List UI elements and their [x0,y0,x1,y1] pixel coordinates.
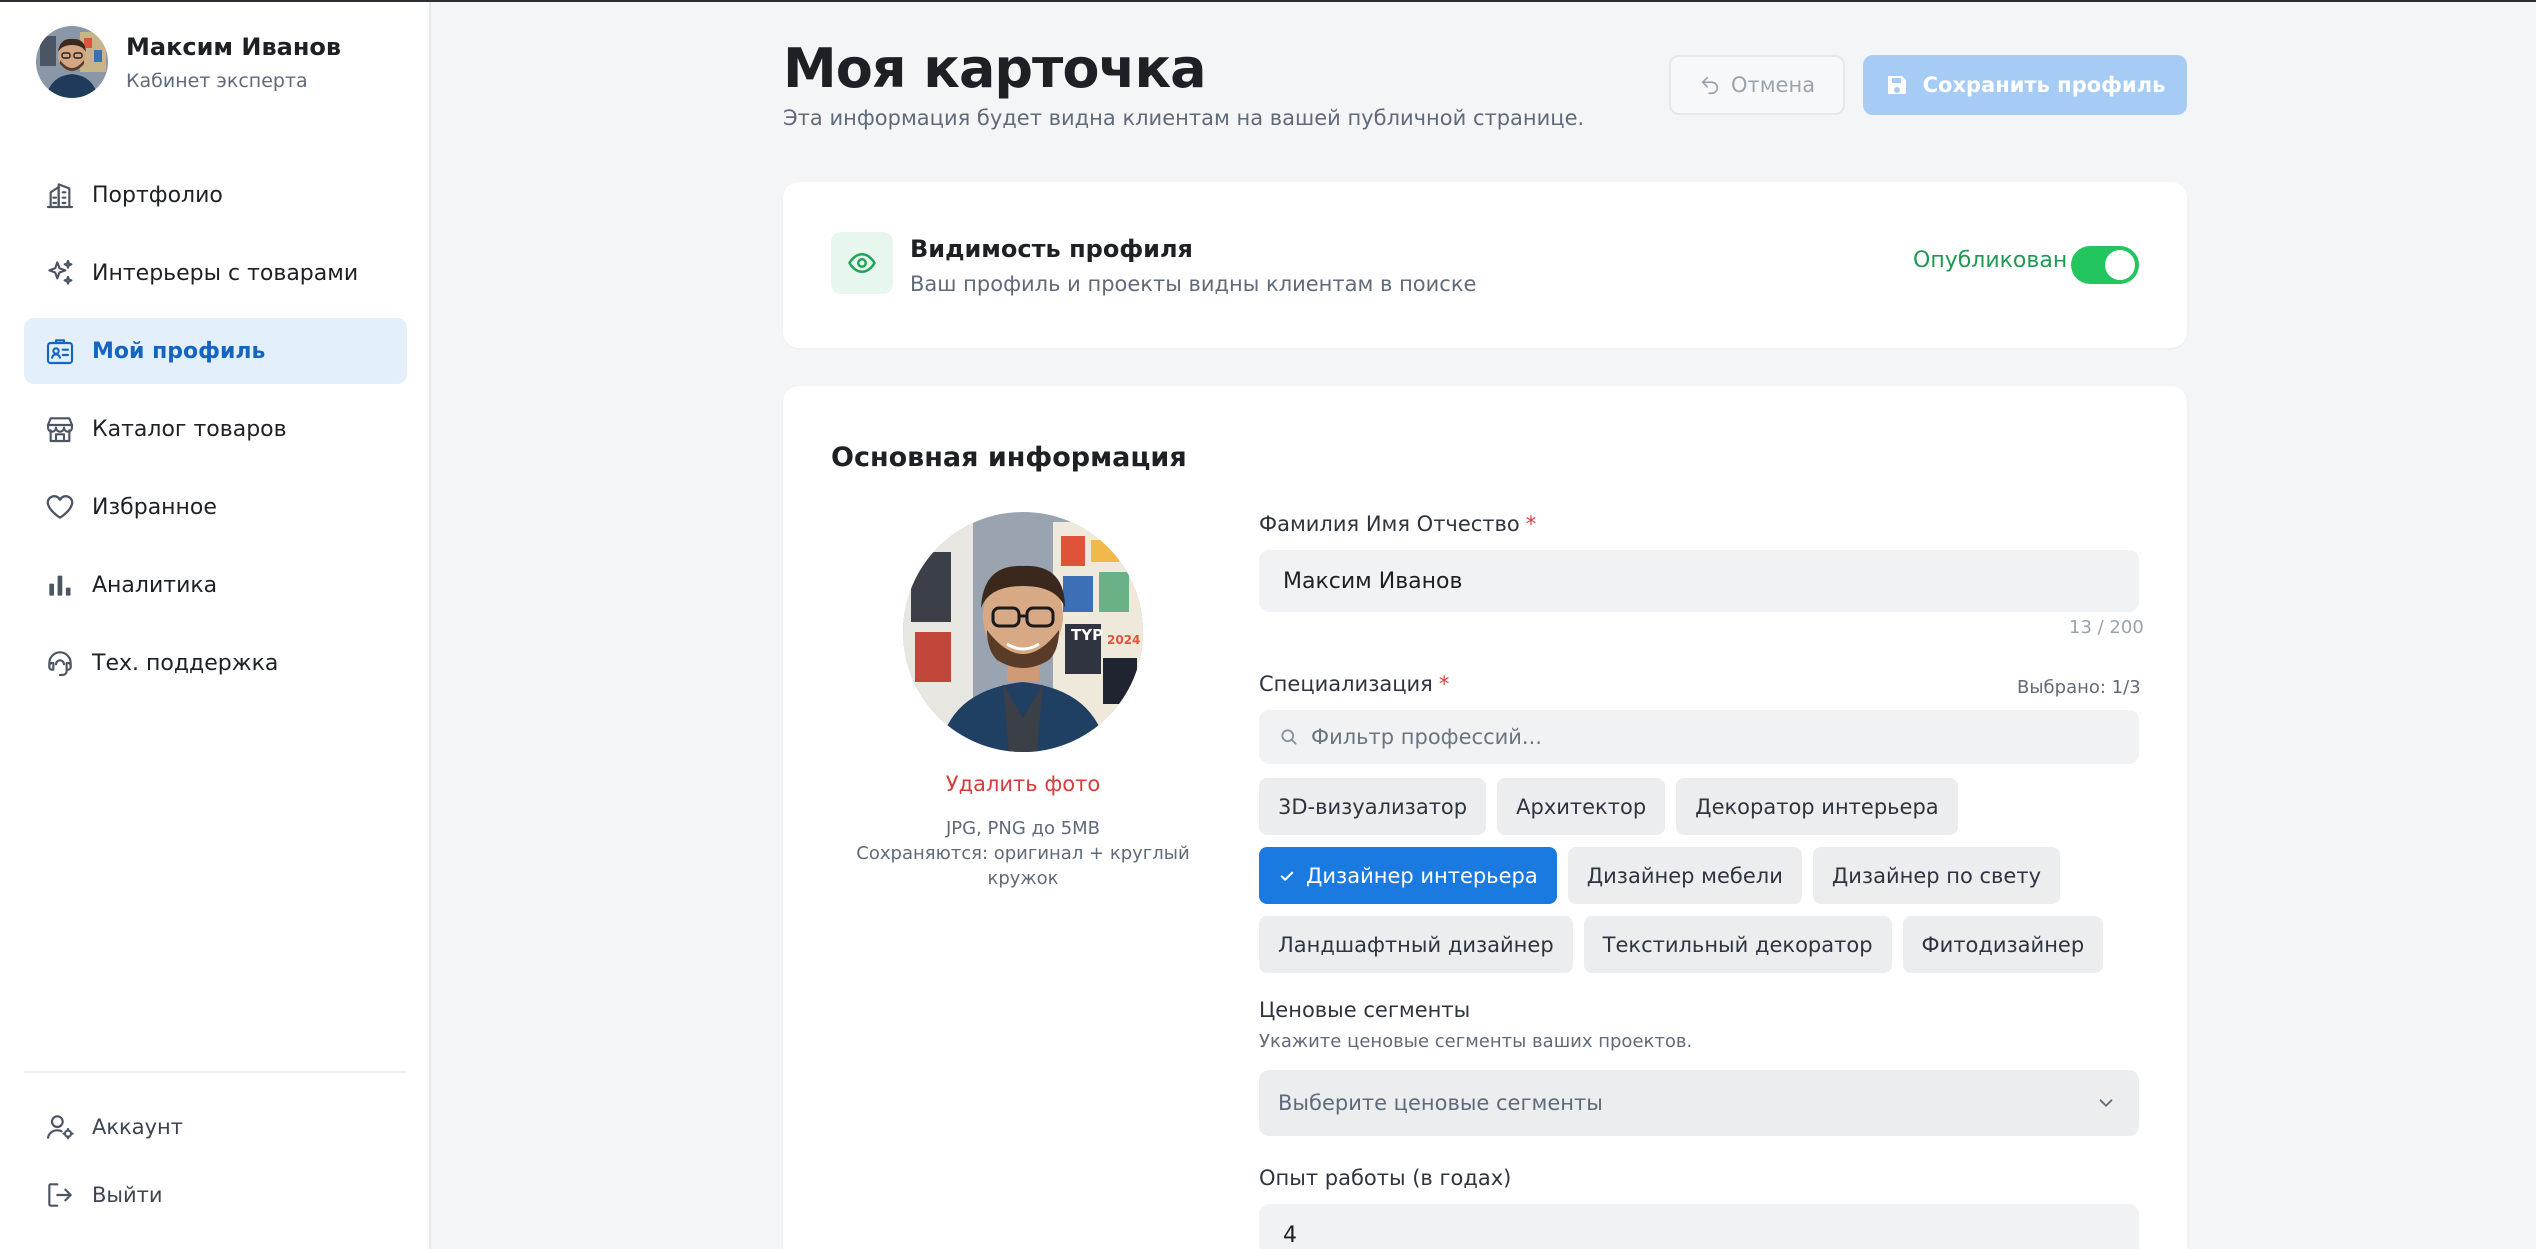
sidebar-item-interiors[interactable]: Интерьеры с товарами [24,240,407,306]
sidebar-item-portfolio[interactable]: Портфолио [24,162,407,228]
cancel-button[interactable]: Отмена [1669,55,1845,115]
user-header: Максим Иванов Кабинет эксперта [36,26,341,98]
bar-chart-icon [42,567,78,603]
sidebar-item-label: Портфолио [92,182,223,208]
sparkles-icon [42,255,78,291]
delete-photo-link[interactable]: Удалить фото [831,770,1215,798]
chip-furniture-designer[interactable]: Дизайнер мебели [1567,847,1802,904]
chip-label: Дизайнер интерьера [1306,863,1538,888]
sidebar-item-account[interactable]: Аккаунт [24,1098,407,1156]
chip-lighting-designer[interactable]: Дизайнер по свету [1812,847,2061,904]
visibility-toggle[interactable] [2071,246,2139,284]
sidebar-item-label: Аналитика [92,572,218,598]
sidebar-divider [24,1071,407,1073]
full-name-counter: 13 / 200 [2069,617,2144,638]
logout-icon [42,1177,78,1213]
price-segments-hint: Укажите ценовые сегменты ваших проектов. [1259,1031,1693,1052]
specialization-filter-input[interactable] [1311,725,2111,749]
specialization-label-text: Специализация [1259,672,1433,696]
sidebar-item-label: Каталог товаров [92,416,287,442]
headset-icon [42,645,78,681]
visibility-description: Ваш профиль и проекты видны клиентам в п… [910,272,1477,296]
photo-hint-storage: Сохраняются: оригинал + круглый кружок [856,843,1190,889]
visibility-title: Видимость профиля [910,235,1193,263]
specialization-label: Специализация * [1259,670,1449,698]
save-button-label: Сохранить профиль [1922,73,2166,97]
eye-icon [831,232,893,294]
specialization-filter [1259,710,2139,764]
save-icon [1885,73,1909,97]
visibility-card: Видимость профиля Ваш профиль и проекты … [783,182,2187,348]
svg-text:TYP: TYP [1071,626,1103,644]
sidebar-item-label: Аккаунт [92,1115,183,1139]
undo-icon [1699,74,1721,96]
cancel-button-label: Отмена [1730,73,1816,97]
chip-landscape-designer[interactable]: Ландшафтный дизайнер [1259,916,1573,973]
experience-input[interactable] [1259,1204,2139,1249]
full-name-label: Фамилия Имя Отчество * [1259,510,1536,538]
svg-text:2024: 2024 [1107,633,1140,647]
sidebar-item-label: Избранное [92,494,217,520]
price-segments-placeholder: Выберите ценовые сегменты [1278,1091,1603,1115]
id-card-icon [42,333,78,369]
photo-hint: JPG, PNG до 5MB Сохраняются: оригинал + … [831,816,1215,891]
toggle-knob [2105,250,2135,280]
heart-icon [42,489,78,525]
chip-row: Дизайнер интерьера Дизайнер мебели Дизай… [1259,847,2159,904]
sidebar-item-my-profile[interactable]: Мой профиль [24,318,407,384]
sidebar-item-label: Интерьеры с товарами [92,260,359,286]
full-name-label-text: Фамилия Имя Отчество [1259,512,1520,536]
specialization-chips: 3D-визуализатор Архитектор Декоратор инт… [1259,778,2159,985]
sidebar-item-label: Мой профиль [92,338,266,364]
building-icon [42,177,78,213]
main-info-card: Основная информация TYP 2024 Удалить фот… [783,386,2187,1249]
experience-label: Опыт работы (в годах) [1259,1166,1512,1190]
sidebar-item-logout[interactable]: Выйти [24,1166,407,1224]
price-segments-label: Ценовые сегменты [1259,998,1471,1022]
chevron-down-icon [2095,1092,2117,1114]
section-title: Основная информация [831,442,1187,473]
save-profile-button[interactable]: Сохранить профиль [1863,55,2187,115]
avatar[interactable] [36,26,108,98]
main-nav: Портфолио Интерьеры с товарами Мой профи… [24,162,407,708]
chip-3d-visualizer[interactable]: 3D-визуализатор [1259,778,1487,835]
specialization-selected-count: Выбрано: 1/3 [2017,677,2141,698]
page-title: Моя карточка [783,37,1207,100]
sidebar-item-catalog[interactable]: Каталог товаров [24,396,407,462]
required-asterisk: * [1525,512,1537,536]
user-name: Максим Иванов [126,33,342,61]
user-settings-icon [42,1109,78,1145]
chip-row: Ландшафтный дизайнер Текстильный декорат… [1259,916,2159,973]
full-name-input[interactable] [1259,550,2139,612]
profile-photo[interactable]: TYP 2024 [903,512,1143,752]
chip-architect[interactable]: Архитектор [1497,778,1666,835]
chip-textile-decorator[interactable]: Текстильный декоратор [1583,916,1892,973]
chip-interior-decorator[interactable]: Декоратор интерьера [1676,778,1958,835]
visibility-status: Опубликован [1913,248,2068,273]
check-icon [1278,867,1296,885]
store-icon [42,411,78,447]
search-icon [1279,727,1299,747]
chip-row: 3D-визуализатор Архитектор Декоратор инт… [1259,778,2159,835]
sidebar-item-label: Тех. поддержка [92,650,279,676]
user-role: Кабинет эксперта [126,70,308,92]
sidebar-item-label: Выйти [92,1183,163,1207]
page-subtitle: Эта информация будет видна клиентам на в… [783,106,1585,130]
price-segments-select[interactable]: Выберите ценовые сегменты [1259,1070,2139,1136]
required-asterisk: * [1438,672,1450,696]
account-nav: Аккаунт Выйти [24,1098,407,1234]
sidebar-item-favorites[interactable]: Избранное [24,474,407,540]
sidebar-item-analytics[interactable]: Аналитика [24,552,407,618]
sidebar-item-support[interactable]: Тех. поддержка [24,630,407,696]
photo-hint-formats: JPG, PNG до 5MB [945,818,1101,839]
chip-interior-designer[interactable]: Дизайнер интерьера [1259,847,1557,904]
chip-phytodesigner[interactable]: Фитодизайнер [1902,916,2104,973]
sidebar: Максим Иванов Кабинет эксперта Портфолио… [0,2,431,1249]
